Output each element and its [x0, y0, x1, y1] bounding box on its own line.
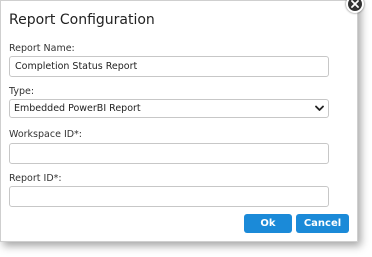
cancel-button[interactable]: Cancel [296, 214, 349, 233]
chevron-down-icon [315, 105, 324, 111]
report-configuration-dialog: Report Configuration Report Name: Type: … [0, 0, 364, 242]
report-name-input[interactable] [9, 56, 329, 77]
workspace-id-label: Workspace ID*: [9, 129, 83, 140]
screen: Report Configuration Report Name: Type: … [0, 0, 372, 257]
type-label: Type: [9, 86, 35, 97]
report-id-input[interactable] [9, 186, 329, 207]
workspace-id-input[interactable] [9, 143, 329, 164]
report-name-label: Report Name: [9, 43, 75, 54]
dialog-title: Report Configuration [9, 12, 155, 28]
report-id-label: Report ID*: [9, 173, 62, 184]
ok-button[interactable]: Ok [244, 214, 292, 233]
type-select[interactable]: Embedded PowerBI Report [9, 99, 329, 118]
close-icon[interactable] [346, 0, 364, 13]
close-x-icon [351, 0, 359, 8]
type-select-value: Embedded PowerBI Report [14, 103, 141, 114]
